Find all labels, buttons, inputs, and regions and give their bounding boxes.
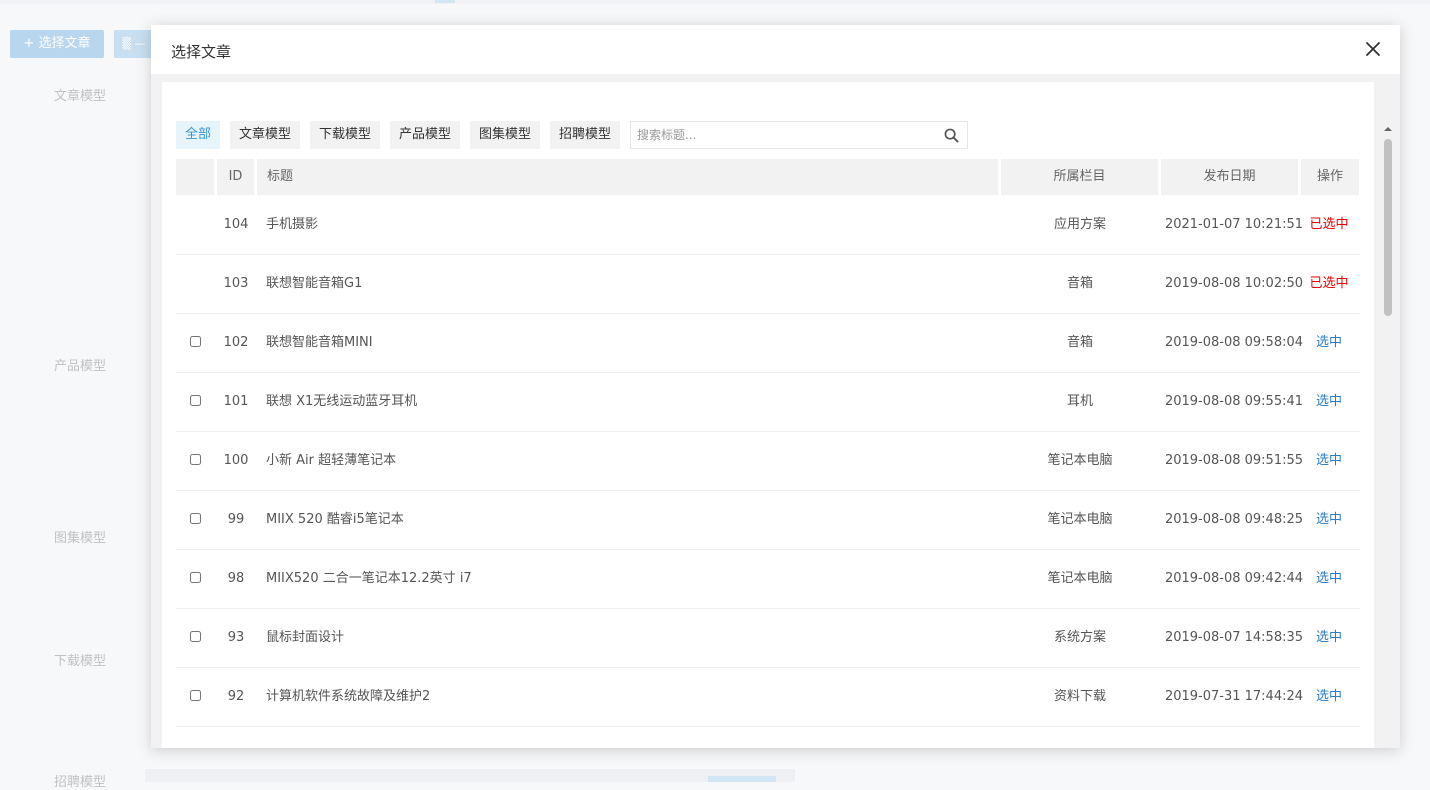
row-title: 手机摄影	[266, 217, 319, 232]
row-checkbox[interactable]	[190, 336, 201, 347]
table-row: 103 联想智能音箱G1 音箱 2019-08-08 10:02:50 已选中	[176, 254, 1360, 314]
row-title: 小新 Air 超轻薄笔记本	[266, 453, 397, 468]
row-id: 104	[223, 217, 249, 232]
table-row: 100 小新 Air 超轻薄笔记本 笔记本电脑 2019-08-08 09:51…	[176, 431, 1360, 491]
row-select-link[interactable]: 选中	[1304, 608, 1354, 667]
row-column: 应用方案	[1053, 217, 1106, 232]
tab-product-model[interactable]: 产品模型	[390, 121, 460, 149]
row-column: 音箱	[1066, 335, 1093, 350]
row-title: MIIX 520 酷睿i5笔记本	[266, 512, 404, 527]
table-row: 93 鼠标封面设计 系统方案 2019-08-07 14:58:35 选中	[176, 608, 1360, 668]
tab-download-model[interactable]: 下载模型	[310, 121, 380, 149]
add-article-button[interactable]: + 选择文章	[10, 30, 104, 58]
tab-gallery-model[interactable]: 图集模型	[470, 121, 540, 149]
scroll-up-arrow-icon[interactable]	[1383, 124, 1393, 134]
row-id: 98	[227, 571, 245, 586]
row-checkbox[interactable]	[190, 395, 201, 406]
row-column: 音箱	[1066, 276, 1093, 291]
row-checkbox[interactable]	[190, 572, 201, 583]
row-date: 2019-08-08 09:51:55	[1164, 453, 1304, 468]
row-date: 2019-08-08 09:58:04	[1164, 335, 1304, 350]
row-id: 101	[223, 394, 249, 409]
row-date: 2019-08-07 14:58:35	[1164, 630, 1304, 645]
close-icon[interactable]	[1361, 37, 1385, 61]
header-checkbox-col	[176, 159, 214, 195]
page-top-border	[0, 0, 1430, 4]
row-id: 100	[223, 453, 249, 468]
row-checkbox[interactable]	[190, 690, 201, 701]
table-row: 99 MIIX 520 酷睿i5笔记本 笔记本电脑 2019-08-08 09:…	[176, 490, 1360, 550]
header-action: 操作	[1301, 159, 1359, 195]
header-date: 发布日期	[1161, 159, 1298, 195]
row-date: 2019-08-08 09:42:44	[1164, 571, 1304, 586]
header-title: 标题	[257, 159, 998, 195]
row-checkbox[interactable]	[190, 513, 201, 524]
row-select-link[interactable]: 选中	[1304, 313, 1354, 372]
scrollbar-thumb[interactable]	[1384, 139, 1392, 316]
row-id: 103	[223, 276, 249, 291]
row-title: MIIX520 二合一笔记本12.2英寸 i7	[266, 571, 472, 586]
table-row: 98 MIIX520 二合一笔记本12.2英寸 i7 笔记本电脑 2019-08…	[176, 549, 1360, 609]
section-label-recruit: 招聘模型	[54, 775, 107, 790]
table-row: 102 联想智能音箱MINI 音箱 2019-08-08 09:58:04 选中	[176, 313, 1360, 373]
row-select-link[interactable]: 选中	[1304, 431, 1354, 490]
row-select-link[interactable]: 选中	[1304, 372, 1354, 431]
row-selected-label: 已选中	[1309, 217, 1349, 232]
row-title: 联想智能音箱G1	[266, 276, 363, 291]
row-column: 资料下载	[1053, 689, 1106, 704]
row-column: 笔记本电脑	[1047, 453, 1113, 468]
table-row: 101 联想 X1无线运动蓝牙耳机 耳机 2019-08-08 09:55:41…	[176, 372, 1360, 432]
article-list-panel: 全部 文章模型 下载模型 产品模型 图集模型 招聘模型 ID 标题 所属栏目 发…	[162, 82, 1374, 748]
section-label-download: 下载模型	[54, 654, 107, 669]
table-row: 92 计算机软件系统故障及维护2 资料下载 2019-07-31 17:44:2…	[176, 667, 1360, 727]
section-label-product: 产品模型	[54, 359, 107, 374]
tab-recruit-model[interactable]: 招聘模型	[550, 121, 620, 149]
table-row	[176, 726, 1360, 748]
row-title: 鼠标封面设计	[266, 630, 345, 645]
table-row: 104 手机摄影 应用方案 2021-01-07 10:21:51 已选中	[176, 195, 1360, 255]
dialog-title: 选择文章	[171, 43, 232, 61]
search-icon[interactable]	[944, 128, 959, 143]
header-column: 所属栏目	[1001, 159, 1158, 195]
row-date: 2019-07-31 17:44:24	[1164, 689, 1304, 704]
row-column: 笔记本电脑	[1047, 512, 1113, 527]
row-column: 耳机	[1066, 394, 1093, 409]
header-id: ID	[217, 159, 254, 195]
section-label-gallery: 图集模型	[54, 531, 107, 546]
row-id: 93	[227, 630, 245, 645]
row-checkbox[interactable]	[190, 454, 201, 465]
tab-all[interactable]: 全部	[176, 121, 220, 149]
row-date: 2019-08-08 10:02:50	[1164, 276, 1304, 291]
row-column: 笔记本电脑	[1047, 571, 1113, 586]
background-form-button	[708, 776, 776, 782]
search-input[interactable]	[631, 122, 937, 148]
row-title: 计算机软件系统故障及维护2	[266, 689, 431, 704]
row-date: 2019-08-08 09:55:41	[1164, 394, 1304, 409]
row-date: 2021-01-07 10:21:51	[1164, 217, 1304, 232]
row-selected-label: 已选中	[1309, 276, 1349, 291]
background-form-bar	[145, 769, 795, 782]
section-label-article: 文章模型	[54, 89, 107, 104]
page-top-indicator	[435, 0, 455, 3]
row-id: 102	[223, 335, 249, 350]
row-id: 99	[227, 512, 245, 527]
search-box	[630, 121, 968, 149]
row-date: 2019-08-08 09:48:25	[1164, 512, 1304, 527]
row-select-link[interactable]: 选中	[1304, 667, 1354, 726]
tab-article-model[interactable]: 文章模型	[230, 121, 300, 149]
dialog-header: 选择文章	[151, 25, 1400, 74]
row-column: 系统方案	[1053, 630, 1106, 645]
secondary-button[interactable]: ▒ —	[114, 30, 154, 58]
row-select-link[interactable]: 选中	[1304, 549, 1354, 608]
row-title: 联想智能音箱MINI	[266, 335, 373, 350]
row-select-link[interactable]: 选中	[1304, 490, 1354, 549]
dialog-body: 全部 文章模型 下载模型 产品模型 图集模型 招聘模型 ID 标题 所属栏目 发…	[151, 74, 1400, 748]
row-id: 92	[227, 689, 245, 704]
row-title: 联想 X1无线运动蓝牙耳机	[266, 394, 418, 409]
row-checkbox[interactable]	[190, 631, 201, 642]
select-article-dialog: 选择文章 全部 文章模型 下载模型 产品模型 图集模型 招聘模型 ID	[151, 25, 1400, 748]
